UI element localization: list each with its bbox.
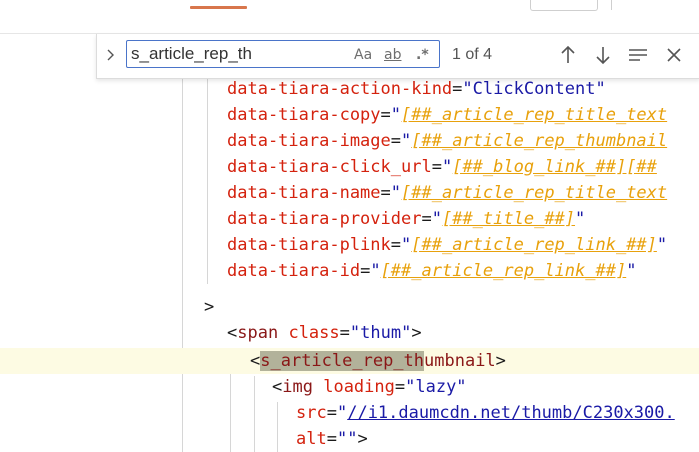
quote: " [431,209,442,229]
next-match-button[interactable] [591,42,615,68]
active-tab-indicator[interactable] [190,6,247,9]
attr-value: "lazy" [405,377,467,397]
code-line[interactable]: <img loading="lazy" [272,374,467,400]
equals: = [421,209,432,229]
quote: " [441,157,453,177]
template-value: [##_article_rep_thumbnail [411,131,668,151]
equals: = [339,323,350,343]
equals: = [431,157,442,177]
quote: " [401,235,412,255]
code-line[interactable]: data-tiara-click_url="[##_blog_link_##][… [227,154,657,180]
regex-button[interactable]: .* [416,45,429,65]
indent-guide [182,34,183,452]
code-line[interactable]: data-tiara-copy="[##_article_rep_title_t… [227,102,667,128]
find-widget: Aa ab .* 1 of 4 [96,34,699,79]
attr-value: "thum" [349,323,412,343]
indent-guide [277,402,278,452]
code-line[interactable]: data-tiara-id="[##_article_rep_link_##]" [227,258,636,284]
find-input[interactable] [131,44,349,64]
equals: = [380,105,391,125]
code-line[interactable]: data-tiara-image="[##_article_rep_thumbn… [227,128,667,154]
tag-name: span [237,323,279,343]
tag-close-bracket: > [495,351,506,371]
expand-chevron-icon [107,49,114,61]
tag-open-bracket: < [227,323,238,343]
equals: = [326,403,337,423]
previous-match-button[interactable] [556,42,580,68]
attr-name: src [296,403,327,423]
search-match: s_article_rep_th [260,351,425,371]
code-line[interactable]: data-tiara-provider="[##_title_##]" [227,206,585,232]
tag-close-bracket: > [357,429,368,449]
equals: = [390,131,402,151]
quote: " [390,183,402,203]
attr-name: loading [323,377,395,397]
toggle-replace-button[interactable] [105,44,125,66]
equals: = [394,377,406,397]
tag-open-bracket: < [272,377,283,397]
equals: = [326,429,337,449]
code-line[interactable]: data-tiara-action-kind="ClickContent" [227,76,606,102]
tag-close-bracket: > [411,323,422,343]
quote: " [336,403,348,423]
template-value: [##_title_##] [441,209,576,229]
tag-close-bracket: > [204,297,215,317]
toolbar-divider [611,0,612,10]
tag-open-bracket: < [250,351,261,371]
attr-name: data-tiara-name [227,183,381,203]
attr-name: class [288,323,340,343]
tag-name-rest: umbnail [424,351,496,371]
attr-name: data-tiara-click_url [227,157,432,177]
attr-name: data-tiara-copy [227,105,381,125]
find-in-selection-button[interactable] [626,42,650,68]
equals: = [390,235,402,255]
template-value: [##_article_rep_link_##] [380,261,627,281]
equals: = [380,183,391,203]
code-line[interactable]: data-tiara-plink="[##_article_rep_link_#… [227,232,667,258]
whole-word-button[interactable]: ab [384,45,401,65]
quote: " [626,261,637,281]
attr-name: data-tiara-image [227,131,391,151]
quote: " [390,105,402,125]
code-line[interactable]: data-tiara-name="[##_article_rep_title_t… [227,180,667,206]
template-value: [##_blog_link_##][## [452,157,657,177]
close-icon [667,48,681,62]
tab-fragment [262,0,280,8]
code-editor[interactable]: data-tiara-action-kind="ClickContent" da… [0,34,699,452]
template-value: [##_article_rep_title_text [401,183,668,203]
match-line-content: <s_article_rep_thumbnail> [250,348,506,374]
src-url-link[interactable]: //i1.daumcdn.net/thumb/C230x300. [347,403,675,423]
template-value: [##_article_rep_title_text [401,105,668,125]
match-count: 1 of 4 [452,46,493,63]
attr-value: "ClickContent" [462,79,606,99]
attr-value: "" [336,429,358,449]
attr-name: data-tiara-provider [227,209,422,229]
attr-name: data-tiara-plink [227,235,391,255]
equals: = [452,79,463,99]
attr-name: alt [296,429,327,449]
code-line[interactable]: alt=""> [296,426,368,452]
attr-name: data-tiara-id [227,261,361,281]
code-line[interactable]: src="//i1.daumcdn.net/thumb/C230x300. [296,400,675,426]
selection-lines-icon [629,49,647,61]
indent-guide [254,376,255,452]
equals: = [360,261,371,281]
attr-name: data-tiara-action-kind [227,79,453,99]
find-input-box[interactable]: Aa ab .* [126,40,440,68]
tag-name: img [282,377,313,397]
quote: " [575,209,586,229]
arrow-up-icon [561,45,575,63]
quote: " [370,261,381,281]
highlighted-code-line[interactable]: <s_article_rep_thumbnail> [0,348,699,374]
template-value: [##_article_rep_link_##] [411,235,657,255]
arrow-down-icon [596,47,610,65]
code-line[interactable]: <span class="thum"> [227,320,422,346]
tab-strip [0,0,699,36]
quote: " [401,131,412,151]
close-find-button[interactable] [662,42,686,68]
code-line[interactable]: > [204,294,214,320]
quote: " [656,235,668,255]
toolbar-control[interactable] [530,0,598,11]
match-case-button[interactable]: Aa [354,45,372,65]
